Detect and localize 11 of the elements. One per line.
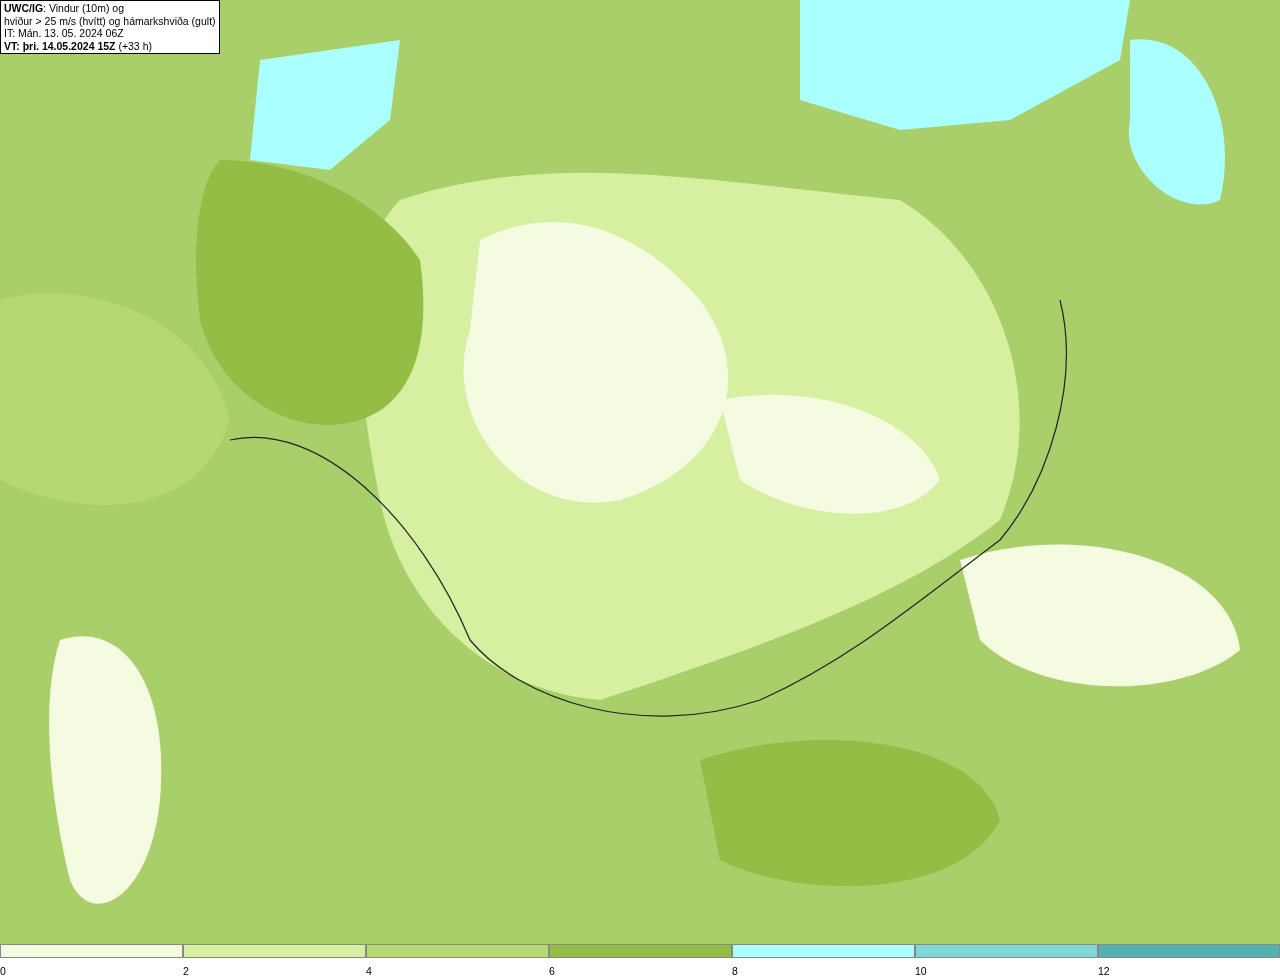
legend-text: hviður > 25 m/s (hvítt) og hámarkshviða (gult) — [4, 14, 216, 27]
scale-label: 4 — [366, 965, 372, 978]
scale-label: 8 — [732, 965, 738, 978]
scale-label: 6 — [549, 965, 555, 978]
scale-label: 12 — [1098, 965, 1110, 978]
scale-label: 2 — [183, 965, 189, 978]
legend-text: UWC/IG: Vindur (10m) og — [4, 2, 125, 15]
scale-label: 10 — [915, 965, 927, 978]
legend-text: IT: Mán. 13. 05. 2024 06Z — [4, 27, 125, 40]
scale-label: 0 — [0, 965, 6, 978]
legend-text: VT: þri. 14.05.2024 15Z (+33 h) — [4, 39, 153, 52]
